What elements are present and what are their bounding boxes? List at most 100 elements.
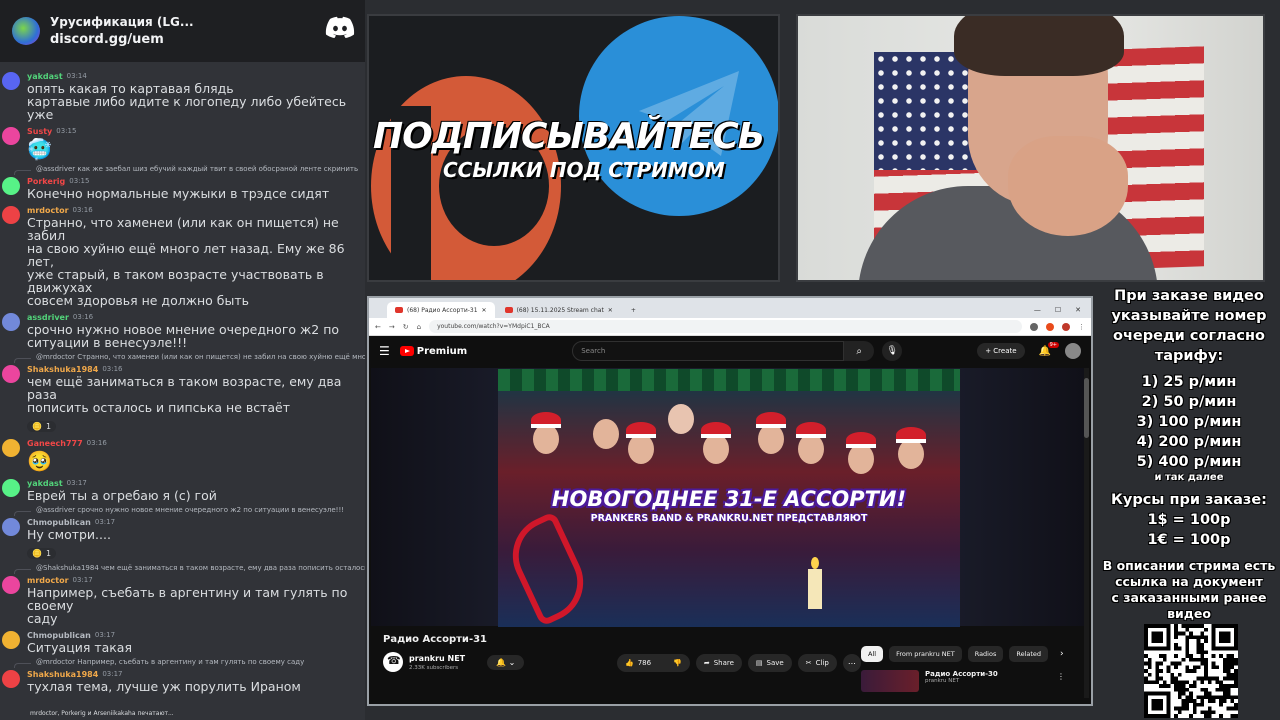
avatar[interactable]: [2, 313, 20, 331]
invite-link[interactable]: discord.gg/uem: [50, 32, 194, 47]
emoji-message: 🥹: [27, 449, 52, 473]
notification-badge: 9+: [1047, 341, 1059, 348]
mic-icon[interactable]: 🎙: [882, 341, 903, 361]
description-line: В описании стрима есть: [1102, 558, 1276, 573]
scrollbar[interactable]: [1084, 368, 1089, 698]
reaction-icon: 🪙: [32, 422, 42, 431]
reaction-pill[interactable]: 🪙 1: [27, 548, 57, 559]
avatar[interactable]: [2, 439, 20, 457]
more-vert-icon[interactable]: ⋮: [1057, 672, 1065, 681]
extension-icon[interactable]: [1030, 322, 1038, 331]
avatar[interactable]: [2, 206, 20, 224]
username[interactable]: mrdoctor: [27, 206, 69, 215]
reaction-count: 1: [45, 422, 52, 431]
bell-icon: 🔔: [496, 657, 507, 667]
avatar[interactable]: [1065, 343, 1081, 359]
chevron-right-icon[interactable]: ›: [1060, 649, 1064, 659]
home-icon[interactable]: ⌂: [417, 323, 421, 331]
reply-preview[interactable]: @Shakshuka1984 чем ещё заниматься в тако…: [0, 564, 365, 574]
username[interactable]: Susty: [27, 127, 52, 136]
avatar[interactable]: [2, 127, 20, 145]
message-text: чем ещё заниматься в таком возрасте, ему…: [27, 374, 342, 402]
username[interactable]: assdriver: [27, 313, 69, 322]
share-button[interactable]: ➦ Share: [695, 654, 742, 672]
reply-preview[interactable]: @mrdoctor Например, съебать в аргентину …: [0, 658, 365, 668]
like-button[interactable]: 👍 786: [617, 654, 666, 672]
rates-title: Курсы при заказе:: [1111, 492, 1267, 508]
avatar[interactable]: [2, 365, 20, 383]
video-title: Радио Ассорти-31: [383, 634, 488, 645]
timestamp: 03:17: [94, 518, 116, 526]
channel-name[interactable]: prankru NET: [409, 654, 465, 663]
chip-from-channel[interactable]: From prankru NET: [889, 646, 962, 662]
reaction-count: 1: [45, 549, 52, 558]
avatar[interactable]: [2, 518, 20, 536]
avatar[interactable]: [2, 177, 20, 195]
menu-dots-icon[interactable]: ⋮: [1078, 323, 1085, 331]
description-line: с заказанными ранее: [1111, 590, 1267, 605]
new-tab-button[interactable]: +: [623, 302, 644, 318]
avatar[interactable]: [2, 479, 20, 497]
maximize-icon[interactable]: ☐: [1055, 306, 1061, 314]
tab-stream-chat[interactable]: (68) 15.11.2025 Stream chat ✕: [497, 302, 621, 318]
server-name: Урусификация (LG...: [50, 15, 194, 29]
reaction-pill[interactable]: 🪙 1: [27, 421, 57, 432]
notifications-bell-icon[interactable]: 🔔 9+: [1039, 341, 1059, 357]
back-icon[interactable]: ←: [375, 323, 381, 331]
username[interactable]: yakdast: [27, 72, 63, 81]
username[interactable]: Shakshuka1984: [27, 365, 98, 374]
chip-related[interactable]: Related: [1009, 646, 1049, 662]
tab-video[interactable]: (68) Радио Ассорти-31 ✕: [387, 302, 495, 318]
reply-preview[interactable]: @assdriver как же заебал шиз ебучий кажд…: [0, 165, 365, 175]
profile-icon[interactable]: [1062, 322, 1070, 331]
clip-button[interactable]: ✂ Clip: [797, 654, 837, 672]
dislike-button[interactable]: 👎: [665, 654, 690, 672]
chevron-down-icon: ⌄: [508, 657, 516, 667]
banner-title: ПОДПИСЫВАЙТЕСЬ: [373, 116, 765, 157]
chat-message: Ganeech777 03:16 🥹: [0, 437, 365, 473]
username[interactable]: Porkerig: [27, 177, 65, 186]
username[interactable]: mrdoctor: [27, 576, 69, 585]
chip-all[interactable]: All: [861, 646, 884, 662]
recommended-video[interactable]: Радио Ассорти-30 prankru NET: [861, 670, 998, 692]
reply-preview[interactable]: @assdriver срочно нужно новое мнение оче…: [0, 506, 365, 516]
timestamp: 03:17: [94, 631, 116, 639]
chip-radios[interactable]: Radios: [967, 646, 1004, 662]
subscription-bell-button[interactable]: 🔔 ⌄: [487, 654, 525, 670]
extension-icon[interactable]: [1046, 322, 1054, 331]
video-player[interactable]: НОВОГОДНЕЕ 31-Е АССОРТИ! PRANKERS BAND &…: [371, 368, 1087, 627]
timestamp: 03:14: [66, 72, 87, 80]
message-text: картавые либо идите к логопеду либо убей…: [27, 94, 347, 122]
save-button[interactable]: ▤ Save: [747, 654, 792, 672]
youtube-logo[interactable]: Premium: [399, 346, 467, 357]
close-icon[interactable]: ✕: [482, 307, 487, 314]
minimize-icon[interactable]: —: [1034, 306, 1041, 314]
reload-icon[interactable]: ↻: [403, 323, 409, 331]
save-icon: ▤: [755, 659, 763, 667]
username[interactable]: Ganeech777: [27, 439, 83, 448]
rate-line: 1$ = 100р: [1147, 512, 1231, 528]
avatar[interactable]: [2, 72, 20, 90]
reply-preview[interactable]: @mrdoctor Странно, что хаменеи (или как …: [0, 353, 365, 363]
close-window-icon[interactable]: ✕: [1075, 306, 1081, 314]
username[interactable]: Chmopublican: [27, 631, 91, 640]
create-button[interactable]: + Create: [977, 343, 1025, 359]
qr-code-image: [1144, 624, 1238, 718]
username[interactable]: yakdast: [27, 479, 63, 488]
message-text: ситуации в венесуэле!!!: [27, 335, 188, 350]
message-text: совсем здоровья не должно быть: [27, 293, 249, 308]
menu-icon[interactable]: ☰: [379, 344, 390, 358]
username[interactable]: Shakshuka1984: [27, 670, 98, 679]
avatar[interactable]: [2, 670, 20, 688]
channel-avatar[interactable]: [383, 652, 403, 672]
search-icon[interactable]: ⌕: [844, 341, 875, 361]
forward-icon[interactable]: →: [389, 323, 395, 331]
avatar[interactable]: [2, 631, 20, 649]
more-icon[interactable]: ⋯: [842, 654, 861, 672]
search-input[interactable]: Search: [572, 341, 845, 361]
avatar[interactable]: [2, 576, 20, 594]
username[interactable]: Chmopublican: [27, 518, 91, 527]
url-field[interactable]: youtube.com/watch?v=YMdpiC1_BCA: [429, 320, 1022, 333]
close-icon[interactable]: ✕: [608, 307, 613, 314]
related-filter-chips: All From prankru NET Radios Related ›: [861, 646, 1064, 662]
